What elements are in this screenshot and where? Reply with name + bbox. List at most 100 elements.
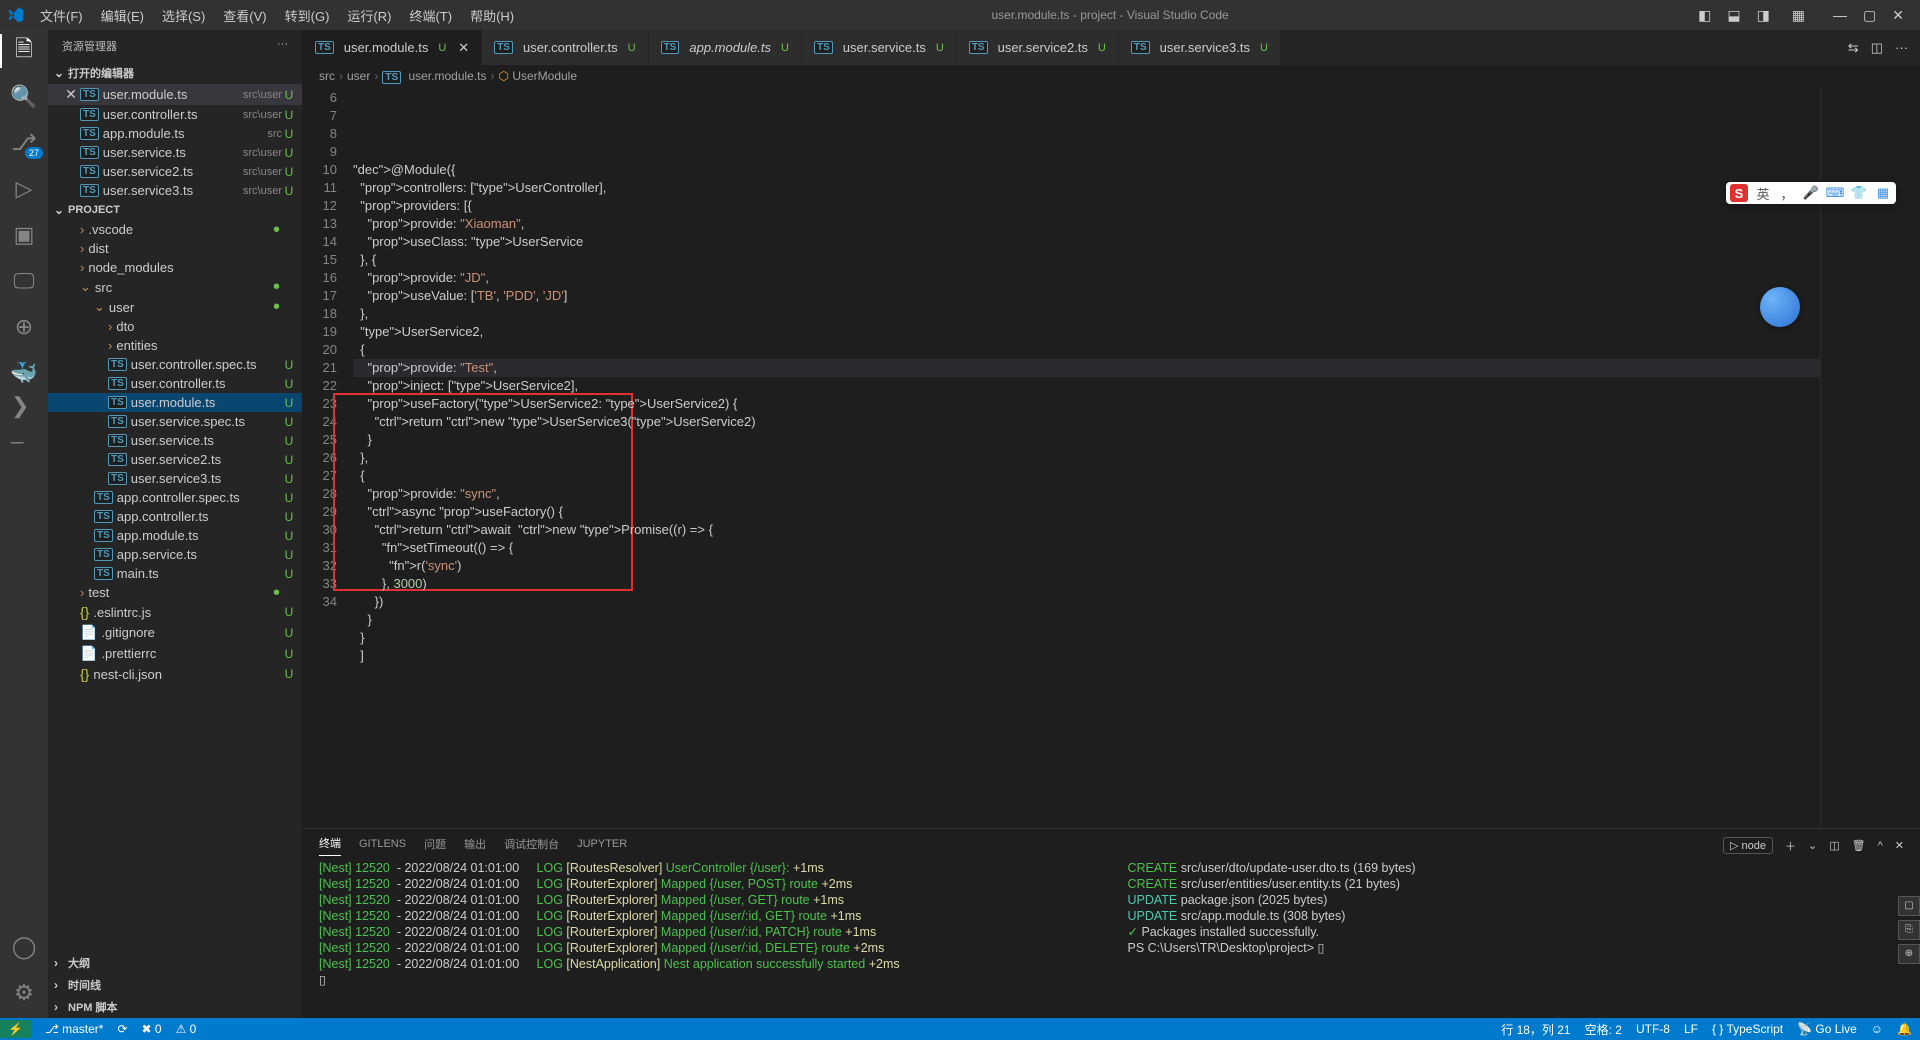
- encoding[interactable]: UTF-8: [1636, 1022, 1670, 1036]
- ime-mic-icon[interactable]: 🎤: [1802, 184, 1820, 202]
- sidebar-more-icon[interactable]: ···: [277, 38, 288, 54]
- file-item[interactable]: TSuser.module.tsU: [48, 393, 302, 412]
- editor-tab[interactable]: TSuser.controller.tsU: [482, 30, 648, 65]
- status-warnings[interactable]: ⚠ 0: [176, 1022, 197, 1036]
- open-editor-item[interactable]: TSapp.module.tssrcU: [48, 124, 302, 143]
- window-maximize-icon[interactable]: ▢: [1863, 7, 1876, 24]
- ime-skin-icon[interactable]: 👕: [1850, 184, 1868, 202]
- file-item[interactable]: TSuser.service2.tsU: [48, 450, 302, 469]
- file-item[interactable]: TSmain.tsU: [48, 564, 302, 583]
- code-line[interactable]: "ctrl">async "prop">useFactory() {: [353, 503, 1820, 521]
- code-line[interactable]: }: [353, 431, 1820, 449]
- open-editor-item[interactable]: TSuser.service3.tssrc\userU: [48, 181, 302, 200]
- customize-layout-icon[interactable]: ▦: [1792, 7, 1805, 24]
- split-terminal-icon[interactable]: ◫: [1829, 839, 1839, 852]
- file-item[interactable]: TSapp.service.tsU: [48, 545, 302, 564]
- go-live-button[interactable]: 📡 Go Live: [1797, 1022, 1857, 1036]
- menu-item[interactable]: 转到(G): [277, 2, 338, 29]
- folder-item[interactable]: ›.vscode•: [48, 220, 302, 239]
- ime-toolbox-icon[interactable]: ▦: [1874, 184, 1892, 202]
- editor-tab[interactable]: TSapp.module.tsU: [649, 30, 802, 65]
- code-line[interactable]: {: [353, 467, 1820, 485]
- code-line[interactable]: "prop">useClass: "type">UserService: [353, 233, 1820, 251]
- code-line[interactable]: "fn">setTimeout(() => {: [353, 539, 1820, 557]
- git-sync-icon[interactable]: ⟳: [117, 1022, 127, 1036]
- split-editor-icon[interactable]: ◫: [1871, 40, 1883, 56]
- menu-item[interactable]: 运行(R): [339, 2, 399, 29]
- maximize-panel-icon[interactable]: ^: [1878, 840, 1883, 852]
- more-actions-icon[interactable]: ···: [1895, 40, 1908, 55]
- file-item[interactable]: 📄.gitignoreU: [48, 622, 302, 643]
- code-line[interactable]: [353, 143, 1820, 161]
- code-line[interactable]: "prop">provide: "JD",: [353, 269, 1820, 287]
- code-line[interactable]: {: [353, 341, 1820, 359]
- run-debug-icon[interactable]: ▷: [11, 176, 37, 202]
- code-line[interactable]: "prop">inject: ["type">UserService2],: [353, 377, 1820, 395]
- new-terminal-icon[interactable]: ＋: [1785, 838, 1796, 854]
- file-item[interactable]: TSuser.controller.spec.tsU: [48, 355, 302, 374]
- editor-tab[interactable]: TSuser.service3.tsU: [1119, 30, 1281, 65]
- code-line[interactable]: }, 3000): [353, 575, 1820, 593]
- menu-item[interactable]: 终端(T): [401, 2, 460, 29]
- code-content[interactable]: "dec">@Module({ "prop">controllers: ["ty…: [353, 87, 1820, 828]
- search-icon[interactable]: 🔍: [11, 84, 37, 110]
- file-item[interactable]: TSuser.service3.tsU: [48, 469, 302, 488]
- section-project[interactable]: ⌄PROJECT: [48, 200, 302, 220]
- code-editor[interactable]: 6789101112131415161718192021222324252627…: [303, 87, 1920, 828]
- extensions-icon[interactable]: ▣: [11, 222, 37, 248]
- section-open-editors[interactable]: ⌄打开的编辑器: [48, 62, 302, 84]
- open-editor-item[interactable]: TSuser.service.tssrc\userU: [48, 143, 302, 162]
- code-line[interactable]: }: [353, 611, 1820, 629]
- feedback-icon[interactable]: ☺: [1871, 1022, 1883, 1036]
- terminal-selector[interactable]: ▷ node: [1723, 837, 1773, 854]
- open-editor-item[interactable]: TSuser.controller.tssrc\userU: [48, 105, 302, 124]
- terminal-view-icon[interactable]: ❯_: [11, 406, 37, 432]
- file-item[interactable]: TSapp.controller.spec.tsU: [48, 488, 302, 507]
- compare-changes-icon[interactable]: ⇆: [1848, 40, 1859, 56]
- open-editor-item[interactable]: ✕TSuser.module.tssrc\userU: [48, 84, 302, 105]
- breadcrumb-item[interactable]: TS user.module.ts: [382, 69, 486, 83]
- folder-item[interactable]: ›entities: [48, 336, 302, 355]
- code-line[interactable]: },: [353, 449, 1820, 467]
- section-timeline[interactable]: ›时间线: [48, 974, 302, 996]
- ime-punct-icon[interactable]: ，: [1778, 184, 1796, 202]
- cursor-position[interactable]: 行 18，列 21: [1501, 1021, 1570, 1038]
- file-item[interactable]: TSapp.module.tsU: [48, 526, 302, 545]
- status-errors[interactable]: ✖ 0: [142, 1022, 162, 1036]
- code-line[interactable]: "prop">provide: "Test",: [353, 359, 1820, 377]
- folder-item[interactable]: ›test•: [48, 583, 302, 602]
- editor-tab[interactable]: TSuser.service2.tsU: [957, 30, 1119, 65]
- menu-item[interactable]: 文件(F): [32, 2, 91, 29]
- notifications-icon[interactable]: 🔔: [1897, 1022, 1912, 1036]
- file-item[interactable]: {}nest-cli.jsonU: [48, 664, 302, 684]
- ime-keyboard-icon[interactable]: ⌨: [1826, 184, 1844, 202]
- ime-widget[interactable]: S 英 ， 🎤 ⌨ 👕 ▦: [1726, 182, 1896, 204]
- remote-explorer-icon[interactable]: 🖵: [11, 268, 37, 294]
- layout-panel-bottom-icon[interactable]: ⬓: [1727, 7, 1740, 24]
- close-editor-icon[interactable]: ✕: [62, 86, 80, 103]
- indent-setting[interactable]: 空格: 2: [1585, 1021, 1622, 1038]
- panel-tab[interactable]: JUPYTER: [577, 838, 627, 854]
- code-line[interactable]: "fn">r('sync'): [353, 557, 1820, 575]
- code-line[interactable]: "dec">@Module({: [353, 161, 1820, 179]
- ribbon-item[interactable]: ⎘: [1898, 920, 1920, 940]
- language-mode[interactable]: { } TypeScript: [1712, 1022, 1783, 1036]
- breadcrumb-item[interactable]: user: [347, 69, 370, 83]
- window-close-icon[interactable]: ✕: [1892, 7, 1904, 24]
- panel-tab[interactable]: 输出: [464, 836, 486, 856]
- kill-terminal-icon[interactable]: 🗑: [1852, 839, 1866, 852]
- menu-item[interactable]: 帮助(H): [462, 2, 522, 29]
- code-line[interactable]: },: [353, 305, 1820, 323]
- code-line[interactable]: "type">UserService2,: [353, 323, 1820, 341]
- explorer-icon[interactable]: 🗎: [11, 38, 37, 64]
- eol[interactable]: LF: [1684, 1022, 1698, 1036]
- close-panel-icon[interactable]: ✕: [1895, 839, 1904, 852]
- breadcrumbs[interactable]: src›user›TS user.module.ts›⬡ UserModule: [303, 65, 1920, 87]
- file-item[interactable]: {}.eslintrc.jsU: [48, 602, 302, 622]
- code-line[interactable]: }: [353, 629, 1820, 647]
- file-item[interactable]: TSuser.service.spec.tsU: [48, 412, 302, 431]
- testing-icon[interactable]: ⊕: [11, 314, 37, 340]
- code-line[interactable]: "prop">provide: "sync",: [353, 485, 1820, 503]
- file-item[interactable]: TSapp.controller.tsU: [48, 507, 302, 526]
- code-line[interactable]: "ctrl">return "ctrl">await "ctrl">new "t…: [353, 521, 1820, 539]
